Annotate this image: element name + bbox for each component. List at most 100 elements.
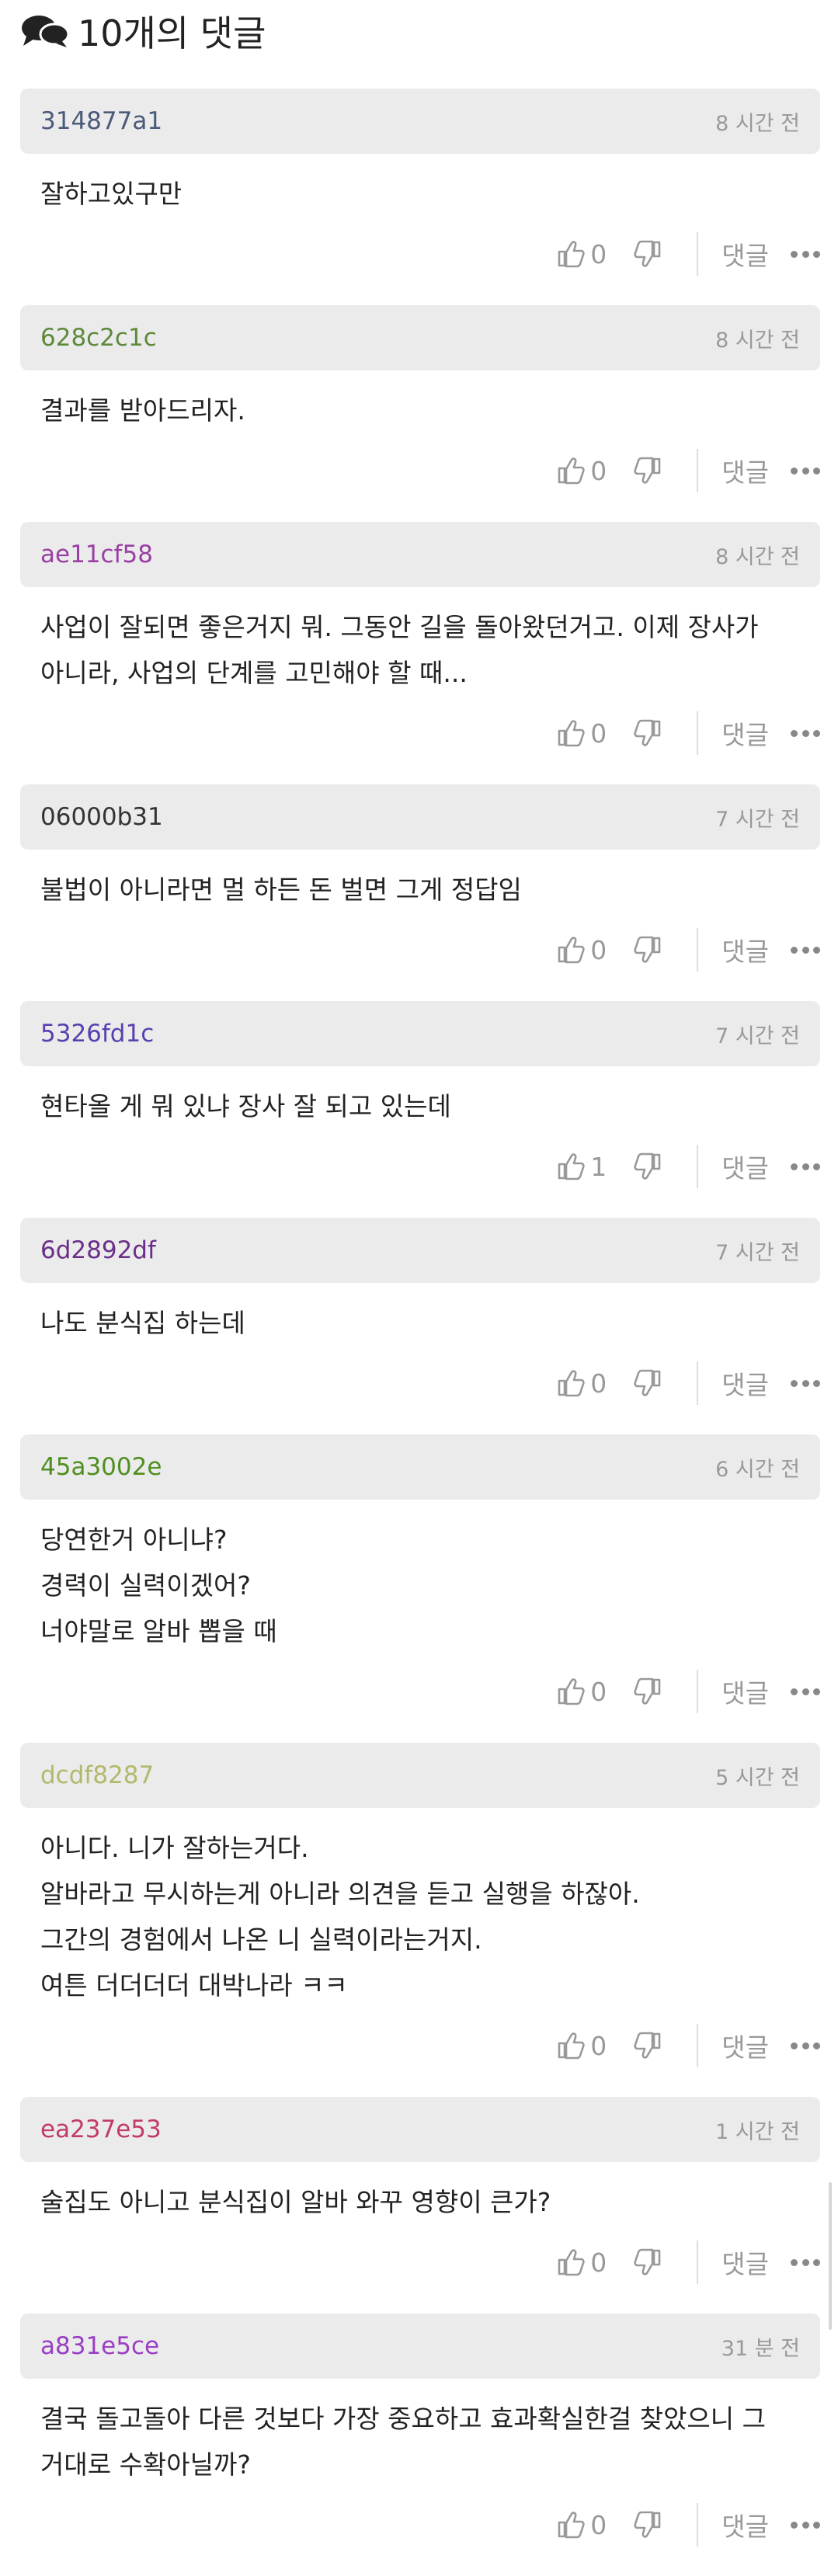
reply-button[interactable]: 댓글	[722, 714, 769, 752]
more-options-icon[interactable]	[791, 1379, 820, 1387]
like-button[interactable]: 0	[556, 718, 633, 749]
more-options-icon[interactable]	[791, 1688, 820, 1695]
more-options-icon[interactable]	[791, 2521, 820, 2529]
comment-author[interactable]: dcdf8287	[40, 1761, 154, 1789]
dislike-button[interactable]	[633, 935, 662, 965]
comment-text-line: 아니다. 니가 잘하는거다.	[40, 1833, 309, 1863]
comment-time: 7 시간 전	[715, 807, 800, 832]
thumbs-down-icon	[633, 239, 662, 269]
comment-actions: 0 댓글	[20, 700, 820, 766]
comment-item: a831e5ce 31 분 전 결국 돌고돌아 다른 것보다 가장 중요하고 효…	[20, 2314, 820, 2557]
comment-author[interactable]: ea237e53	[40, 2115, 162, 2143]
comment-time: 5 시간 전	[715, 1765, 800, 1790]
reply-button[interactable]: 댓글	[722, 1364, 769, 1402]
comment-body: 결국 돌고돌아 다른 것보다 가장 중요하고 효과확실한걸 찾았으니 그 거대로 …	[20, 2379, 820, 2492]
comment-time: 8 시간 전	[715, 328, 800, 353]
more-options-icon[interactable]	[791, 2042, 820, 2049]
thumbs-down-icon	[633, 1677, 662, 1706]
comment-header: ea237e53 1 시간 전	[20, 2097, 820, 2162]
comment-author[interactable]: 6d2892df	[40, 1236, 156, 1264]
like-button[interactable]: 0	[556, 2510, 633, 2540]
comment-text-line: 거대로 수확아닐까?	[40, 2449, 251, 2480]
comment-actions: 0 댓글	[20, 1351, 820, 1416]
comment-actions: 0 댓글	[20, 438, 820, 503]
like-button[interactable]: 0	[556, 239, 633, 269]
dislike-button[interactable]	[633, 2247, 662, 2277]
more-options-icon[interactable]	[791, 729, 820, 737]
comment-text-line: 현타올 게 뭐 있냐 장사 잘 되고 있는데	[40, 1091, 451, 1121]
more-options-icon[interactable]	[791, 467, 820, 475]
comments-header: 10개의 댓글	[20, 0, 820, 61]
reply-button[interactable]: 댓글	[722, 931, 769, 968]
reply-button[interactable]: 댓글	[722, 2027, 769, 2064]
comment-time: 8 시간 전	[715, 544, 800, 569]
dislike-button[interactable]	[633, 2510, 662, 2539]
dislike-button[interactable]	[633, 1677, 662, 1706]
like-count: 0	[590, 455, 607, 486]
comment-header: ae11cf58 8 시간 전	[20, 522, 820, 587]
like-button[interactable]: 0	[556, 2031, 633, 2061]
comment-item: dcdf8287 5 시간 전 아니다. 니가 잘하는거다. 알바라고 무시하는게…	[20, 1743, 820, 2078]
action-divider	[697, 2241, 699, 2284]
more-options-icon[interactable]	[791, 250, 820, 258]
reply-button[interactable]: 댓글	[722, 235, 769, 273]
comment-text-line: 결과를 받아드리자.	[40, 395, 245, 426]
comment-text-line: 불법이 아니라면 멀 하든 돈 벌면 그게 정답임	[40, 874, 522, 905]
comment-body: 술집도 아니고 분식집이 알바 와꾸 영향이 큰가?	[20, 2162, 820, 2230]
like-button[interactable]: 0	[556, 1368, 633, 1399]
comment-text-line: 잘하고있구만	[40, 179, 183, 209]
action-divider	[697, 2024, 699, 2067]
like-button[interactable]: 1	[556, 1152, 633, 1182]
comment-author[interactable]: a831e5ce	[40, 2332, 159, 2360]
like-button[interactable]: 0	[556, 456, 633, 486]
comment-time: 6 시간 전	[715, 1457, 800, 1482]
dislike-button[interactable]	[633, 1152, 662, 1181]
scrollbar[interactable]	[829, 2182, 832, 2330]
like-count: 0	[590, 718, 607, 749]
like-button[interactable]: 0	[556, 935, 633, 965]
dislike-button[interactable]	[633, 718, 662, 748]
dislike-button[interactable]	[633, 2031, 662, 2060]
comment-actions: 1 댓글	[20, 1134, 820, 1199]
more-options-icon[interactable]	[791, 1163, 820, 1170]
dislike-button[interactable]	[633, 1368, 662, 1398]
thumbs-down-icon	[633, 935, 662, 965]
reply-button[interactable]: 댓글	[722, 2244, 769, 2281]
dislike-button[interactable]	[633, 456, 662, 485]
comment-author[interactable]: 314877a1	[40, 107, 162, 135]
comments-section: 10개의 댓글 314877a1 8 시간 전 잘하고있구만 0 댓글 628c…	[20, 0, 820, 2576]
more-options-icon[interactable]	[791, 2258, 820, 2266]
like-count: 0	[590, 238, 607, 269]
comment-text-line: 당연한거 아니냐?	[40, 1524, 228, 1555]
comment-actions: 0 댓글	[20, 917, 820, 982]
thumbs-up-icon	[556, 456, 586, 485]
comment-author[interactable]: 45a3002e	[40, 1453, 162, 1481]
like-count: 0	[590, 934, 607, 965]
thumbs-down-icon	[633, 1152, 662, 1181]
thumbs-up-icon	[556, 718, 586, 748]
action-divider	[697, 928, 699, 972]
thumbs-down-icon	[633, 2247, 662, 2277]
like-button[interactable]: 0	[556, 1677, 633, 1707]
comment-actions: 0 댓글	[20, 1659, 820, 1724]
comment-time: 8 시간 전	[715, 111, 800, 136]
comment-actions: 0 댓글	[20, 2013, 820, 2078]
more-options-icon[interactable]	[791, 946, 820, 954]
action-divider	[697, 232, 699, 276]
reply-button[interactable]: 댓글	[722, 1148, 769, 1185]
comment-author[interactable]: 06000b31	[40, 803, 163, 831]
comment-author[interactable]: ae11cf58	[40, 541, 153, 568]
thumbs-up-icon	[556, 1368, 586, 1398]
comment-author[interactable]: 5326fd1c	[40, 1020, 154, 1048]
reply-button[interactable]: 댓글	[722, 1673, 769, 1710]
comment-item: 45a3002e 6 시간 전 당연한거 아니냐? 경력이 실력이겠어? 너야말로 …	[20, 1434, 820, 1724]
dislike-button[interactable]	[633, 239, 662, 269]
reply-button[interactable]: 댓글	[722, 452, 769, 489]
reply-button[interactable]: 댓글	[722, 2506, 769, 2543]
comment-text-line: 술집도 아니고 분식집이 알바 와꾸 영향이 큰가?	[40, 2187, 551, 2217]
comment-author[interactable]: 628c2c1c	[40, 324, 157, 352]
thumbs-up-icon	[556, 1152, 586, 1181]
like-button[interactable]: 0	[556, 2247, 633, 2278]
thumbs-down-icon	[633, 1368, 662, 1398]
action-divider	[697, 2503, 699, 2546]
